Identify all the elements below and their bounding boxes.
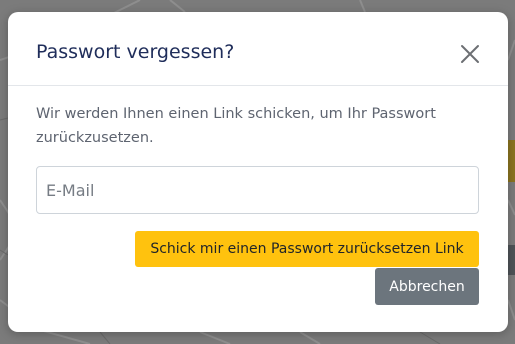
close-icon: [461, 45, 479, 63]
forgot-password-dialog: Passwort vergessen? Wir werden Ihnen ein…: [8, 12, 508, 332]
email-input[interactable]: [36, 166, 479, 214]
dialog-description: Wir werden Ihnen einen Link schicken, um…: [36, 106, 436, 146]
dialog-title: Passwort vergessen?: [36, 41, 235, 63]
send-reset-link-button[interactable]: Schick mir einen Passwort zurücksetzen L…: [135, 231, 479, 267]
close-button[interactable]: [458, 42, 482, 66]
cancel-button[interactable]: Abbrechen: [375, 268, 479, 305]
dialog-header: Passwort vergessen?: [8, 12, 508, 86]
